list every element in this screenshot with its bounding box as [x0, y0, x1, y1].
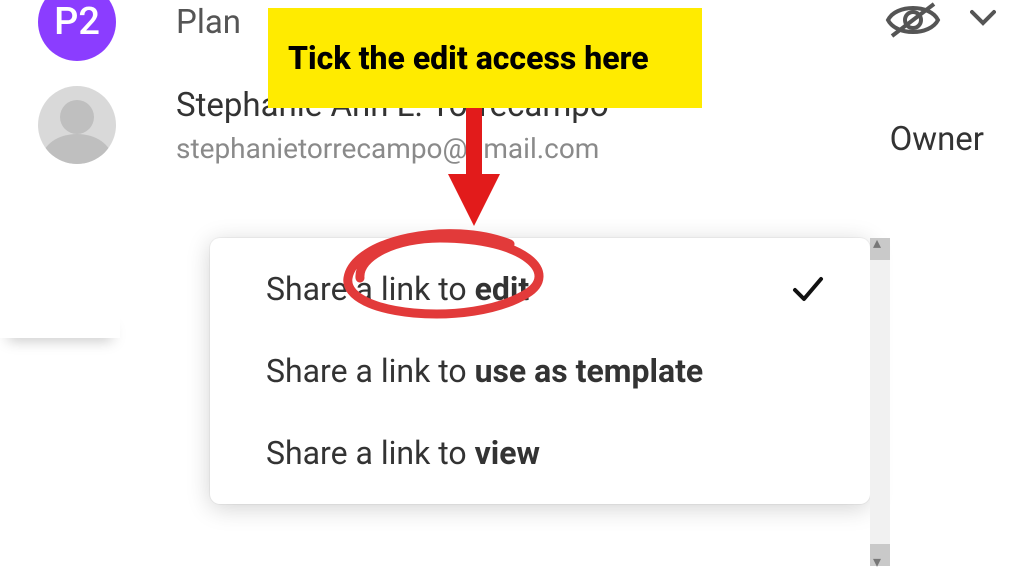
share-link-option-edit[interactable]: Share a link to edit — [210, 248, 870, 330]
annotation-callout-text: Tick the edit access here — [288, 39, 649, 77]
option-bold: use as template — [475, 352, 704, 390]
option-lead: Share a link to — [266, 352, 475, 390]
visibility-off-icon[interactable] — [884, 0, 942, 40]
option-bold: view — [475, 434, 540, 472]
chevron-down-icon[interactable] — [970, 9, 996, 31]
dropdown-scrollbar[interactable] — [870, 238, 890, 566]
annotation-arrow-icon — [444, 108, 504, 228]
user-email: stephanietorrecampo@gmail.com — [176, 132, 609, 165]
team-avatar-initials: P2 — [54, 0, 100, 44]
user-avatar-placeholder — [38, 86, 116, 164]
team-name-partial: Plan — [176, 3, 241, 42]
option-bold: edit — [475, 270, 530, 308]
team-avatar: P2 — [38, 0, 116, 61]
panel-shadow — [0, 310, 120, 338]
user-role-label: Owner — [890, 120, 984, 159]
visibility-controls — [884, 0, 996, 40]
option-lead: Share a link to — [266, 270, 475, 308]
share-link-option-template[interactable]: Share a link to use as template — [210, 330, 870, 412]
share-link-option-view[interactable]: Share a link to view — [210, 412, 870, 494]
check-icon — [790, 271, 826, 307]
option-lead: Share a link to — [266, 434, 475, 472]
annotation-callout: Tick the edit access here — [268, 8, 702, 108]
share-link-dropdown: Share a link to edit Share a link to use… — [210, 238, 870, 504]
